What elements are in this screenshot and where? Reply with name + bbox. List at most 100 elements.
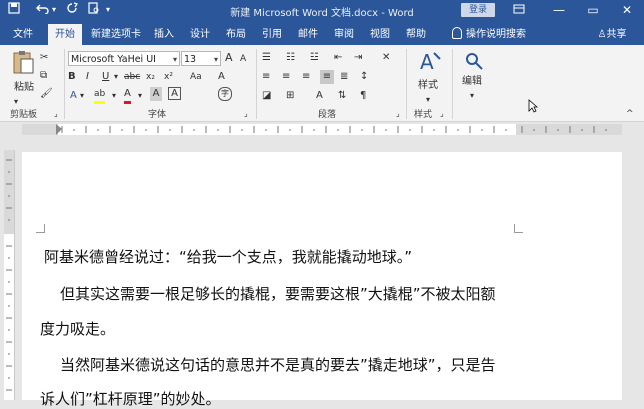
text-effects-icon[interactable]: A — [70, 89, 77, 103]
clipboard-launcher-icon[interactable]: ⌟ — [54, 107, 58, 121]
tab-mailings[interactable]: 邮件 — [294, 24, 322, 45]
underline-dropdown-icon[interactable]: ▾ — [114, 70, 118, 84]
svg-text:A: A — [420, 50, 434, 74]
editing-dropdown-icon[interactable]: ▾ — [470, 89, 474, 103]
tab-new-tab[interactable]: 新建选项卡 — [88, 24, 144, 45]
align-left-icon[interactable]: ≡ — [262, 70, 270, 84]
increase-indent-icon[interactable]: ⇥ — [354, 51, 362, 65]
grow-font-icon[interactable]: A — [225, 51, 233, 65]
asian-layout-icon[interactable]: A — [316, 89, 323, 103]
font-name-value: Microsoft YaHei UI — [71, 54, 156, 65]
text-effects-dropdown-icon[interactable]: ▾ — [80, 89, 84, 103]
minimize-button[interactable]: — — [544, 0, 574, 21]
ribbon-tab-bar: 文件 开始 新建选项卡 插入 设计 布局 引用 邮件 审阅 视图 帮助 操作说明… — [0, 21, 644, 45]
lightbulb-icon — [452, 27, 462, 39]
borders-icon[interactable]: ⊞ — [286, 89, 294, 103]
italic-button[interactable]: I — [86, 70, 89, 84]
tell-me-label: 操作说明搜索 — [466, 29, 526, 40]
paragraph-launcher-icon[interactable]: ⌟ — [396, 107, 400, 121]
paste-label: 粘贴 — [14, 82, 34, 93]
search-icon — [466, 53, 483, 70]
close-button[interactable]: ✕ — [612, 0, 642, 21]
format-painter-icon[interactable]: 🖌 — [40, 87, 53, 101]
styles-group-label: 样式 — [414, 110, 433, 120]
chinese-layout-icon[interactable]: ✕ — [382, 51, 390, 65]
tab-insert[interactable]: 插入 — [150, 24, 178, 45]
font-size-combo[interactable]: 13 ▾ — [181, 51, 221, 66]
document-paragraph: 但其实这需要一根足够长的撬棍，要需要这根”大撬棍”不被太阳额 — [60, 285, 496, 303]
subscript-button[interactable]: x₂ — [146, 70, 155, 84]
editing-label: 编辑 — [462, 76, 482, 87]
bullets-icon[interactable]: ☰ — [262, 51, 271, 65]
char-shading-button[interactable]: A — [150, 87, 162, 101]
divider — [406, 49, 407, 119]
margin-corner-mark — [514, 224, 523, 233]
share-button[interactable]: ♙共享 — [588, 24, 636, 45]
strikethrough-button[interactable]: abc — [124, 70, 140, 84]
title-bar: ▾ ▾ 新建 Microsoft Word 文档.docx - Word 登录 … — [0, 0, 644, 21]
line-spacing-icon[interactable]: ↕ — [360, 70, 368, 84]
styles-label: 样式 — [418, 80, 438, 91]
highlight-button[interactable]: ab — [94, 87, 106, 104]
clipboard-group-label: 剪贴板 — [10, 110, 38, 120]
tab-file[interactable]: 文件 — [6, 24, 40, 45]
horizontal-ruler[interactable] — [0, 122, 644, 136]
chevron-down-icon: ▾ — [172, 55, 177, 64]
document-paragraph: 诉人们”杠杆原理”的妙处。 — [40, 390, 221, 408]
tell-me-search[interactable]: 操作说明搜索 — [444, 24, 534, 45]
shading-icon[interactable]: ◪ — [262, 89, 271, 103]
tab-view[interactable]: 视图 — [366, 24, 394, 45]
ribbon-display-options-icon[interactable] — [504, 0, 534, 21]
underline-button[interactable]: U — [102, 70, 109, 84]
tab-home[interactable]: 开始 — [48, 24, 82, 45]
tab-references[interactable]: 引用 — [258, 24, 286, 45]
justify-icon[interactable]: ≡ — [320, 70, 334, 84]
align-right-icon[interactable]: ≡ — [302, 70, 310, 84]
superscript-button[interactable]: x² — [164, 70, 173, 84]
distributed-icon[interactable]: ≣ — [340, 70, 348, 84]
cut-icon[interactable]: ✂ — [40, 51, 48, 65]
font-color-dropdown-icon[interactable]: ▾ — [138, 89, 142, 103]
margin-corner-mark — [36, 224, 45, 233]
align-center-icon[interactable]: ≡ — [282, 70, 290, 84]
font-color-button[interactable]: A — [124, 87, 131, 104]
font-launcher-icon[interactable]: ⌟ — [244, 107, 248, 121]
editing-button[interactable] — [462, 51, 486, 76]
font-group-label: 字体 — [148, 110, 167, 120]
enclose-characters-button[interactable]: 字 — [218, 87, 232, 101]
ribbon-home: 粘贴 ▾ ✂ ⧉ 🖌 剪贴板 ⌟ Microsoft YaHei UI ▾ 13 ▾… — [0, 45, 644, 122]
styles-button[interactable]: A — [416, 49, 444, 80]
numbering-icon[interactable]: ☷ — [286, 51, 295, 65]
tab-layout[interactable]: 布局 — [222, 24, 250, 45]
show-marks-icon[interactable]: ¶ — [360, 89, 366, 103]
login-button[interactable]: 登录 — [461, 3, 495, 17]
tab-design[interactable]: 设计 — [186, 24, 214, 45]
change-case-button[interactable]: Aa — [190, 70, 202, 84]
font-name-combo[interactable]: Microsoft YaHei UI ▾ — [68, 51, 180, 66]
collapse-ribbon-icon[interactable]: ^ — [626, 107, 634, 121]
vertical-ruler[interactable] — [4, 150, 15, 400]
chevron-down-icon: ▾ — [213, 55, 218, 64]
divider — [452, 49, 453, 119]
tab-help[interactable]: 帮助 — [402, 24, 430, 45]
document-page[interactable]: 阿基米德曾经说过：“给我一个支点，我就能撬动地球。” 但其实这需要一根足够长的撬… — [22, 152, 622, 408]
decrease-indent-icon[interactable]: ⇤ — [334, 51, 342, 65]
char-border-button[interactable]: A — [168, 87, 181, 100]
vertical-ruler-ticks — [4, 150, 14, 391]
document-paragraph: 度力吸走。 — [40, 320, 116, 338]
restore-button[interactable]: ▭ — [578, 0, 608, 21]
clear-formatting-icon[interactable]: A — [218, 70, 225, 84]
tab-review[interactable]: 审阅 — [330, 24, 358, 45]
paragraph-group-label: 段落 — [318, 110, 337, 120]
sort-icon[interactable]: ⇅ — [338, 89, 346, 103]
shrink-font-icon[interactable]: A — [240, 52, 246, 66]
multilevel-list-icon[interactable]: ☳ — [310, 51, 319, 65]
highlight-dropdown-icon[interactable]: ▾ — [112, 89, 116, 103]
document-paragraph: 阿基米德曾经说过：“给我一个支点，我就能撬动地球。” — [44, 248, 413, 266]
styles-launcher-icon[interactable]: ⌟ — [440, 107, 444, 121]
copy-icon[interactable]: ⧉ — [40, 69, 47, 83]
bold-button[interactable]: B — [68, 70, 76, 84]
divider — [256, 49, 257, 119]
styles-dropdown-icon[interactable]: ▾ — [426, 93, 430, 107]
clipboard-icon — [13, 51, 34, 74]
